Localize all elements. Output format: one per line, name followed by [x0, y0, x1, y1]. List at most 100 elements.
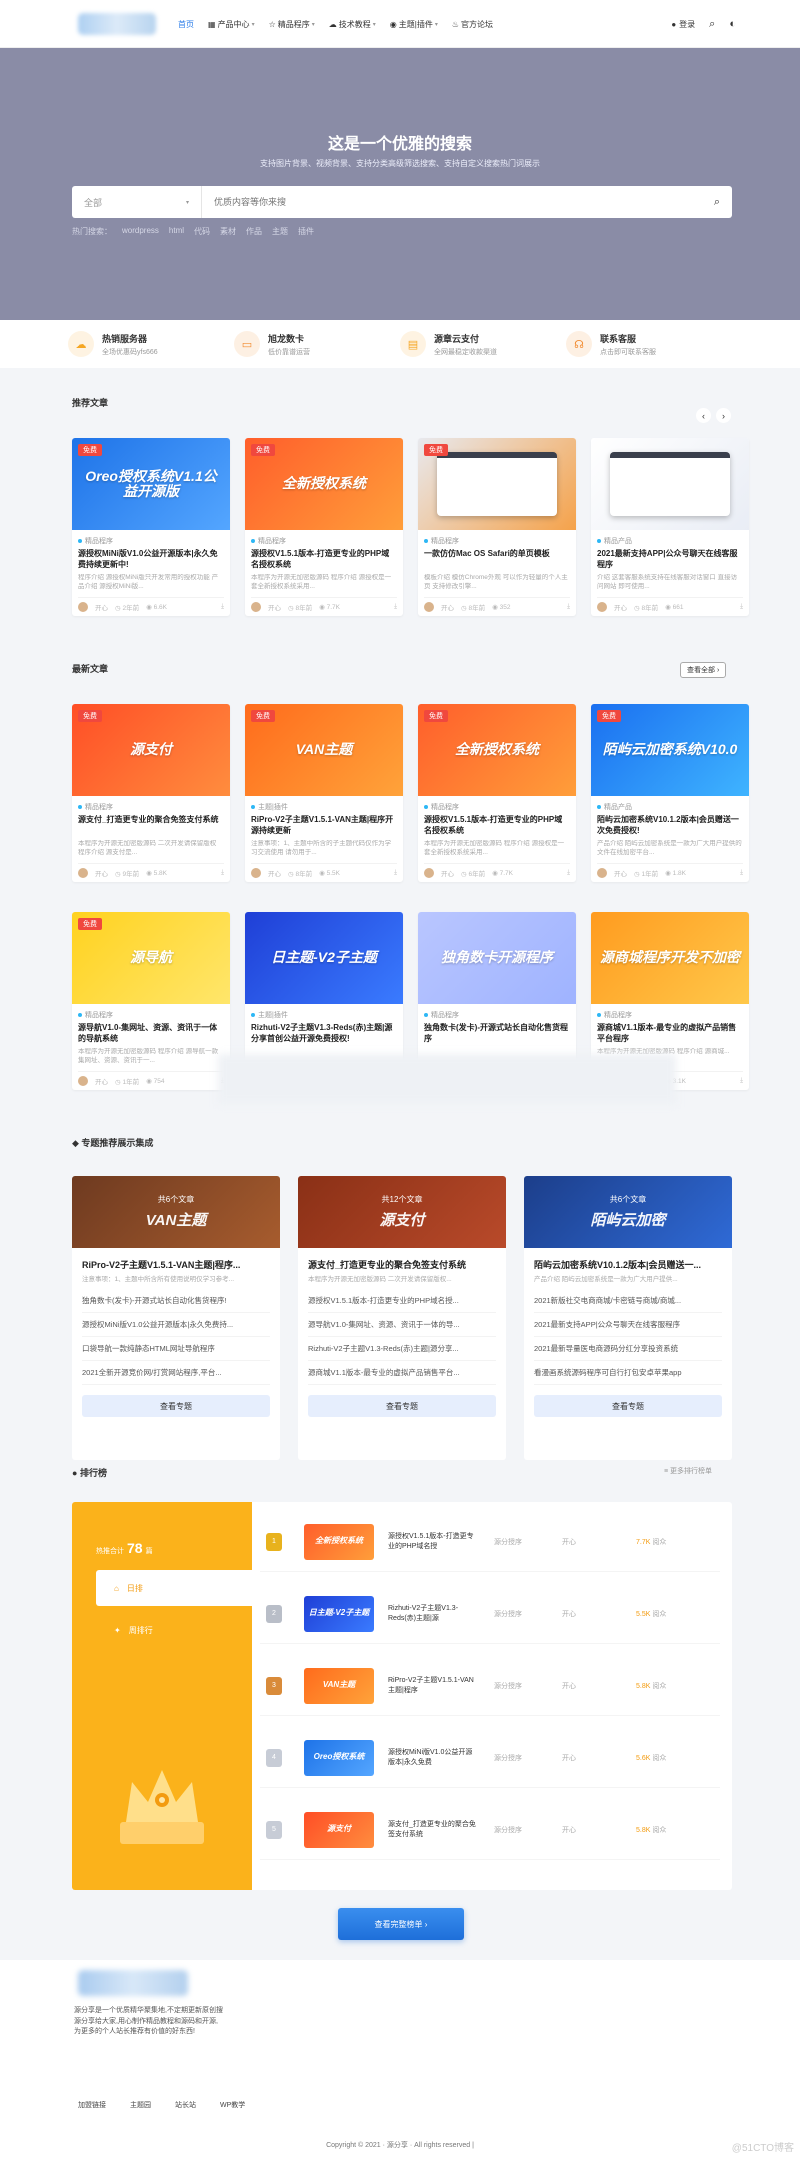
article-thumbnail[interactable]: 陌屿云加密系统V10.0 免费: [591, 704, 749, 796]
article-category[interactable]: 精品程序: [597, 1010, 743, 1020]
download-icon[interactable]: ⤓: [221, 869, 224, 877]
article-category[interactable]: 精品程序: [78, 536, 224, 546]
article-title[interactable]: 源授权V1.5.1版本-打造更专业的PHP域名授权系统: [424, 815, 570, 837]
article-card[interactable]: 源导航 免费 精品程序 源导航V1.0-集网址、资源、资讯于一体的导航系统 本程序为开源…: [72, 912, 230, 1090]
nav-item-forum[interactable]: ♨ 官方论坛: [452, 19, 493, 30]
carousel-next-button[interactable]: ›: [716, 408, 731, 423]
hot-word[interactable]: wordpress: [122, 226, 159, 237]
ranking-title[interactable]: 源支付_打造更专业的聚合免签支付系统: [388, 1820, 476, 1839]
nav-item-themes[interactable]: ◉ 主题|插件 ▾: [390, 19, 438, 30]
article-title[interactable]: 独角数卡(发卡)-开源式站长自动化售货程序: [424, 1023, 570, 1045]
view-topic-button[interactable]: 查看专题: [82, 1395, 270, 1417]
topic-article-link[interactable]: 源商城V1.1版本-最专业的虚拟产品销售平台...: [308, 1361, 496, 1385]
download-icon[interactable]: ⤓: [394, 603, 397, 611]
footer-link[interactable]: 主题园: [130, 2100, 151, 2110]
view-topic-button[interactable]: 查看专题: [308, 1395, 496, 1417]
article-thumbnail[interactable]: 源支付 免费: [72, 704, 230, 796]
topic-article-link[interactable]: 2021全新开源竞价网/打赏网站程序,平台...: [82, 1361, 270, 1385]
more-rankings-link[interactable]: ≡ 更多排行榜单: [664, 1466, 712, 1476]
nav-item-products[interactable]: ▦ 产品中心 ▾: [208, 19, 255, 30]
search-submit-icon[interactable]: ⌕: [702, 186, 732, 218]
article-title[interactable]: RiPro-V2子主题V1.5.1-VAN主题|程序开源持续更新: [251, 815, 397, 837]
topic-banner[interactable]: 共6个文章 VAN主题: [72, 1176, 280, 1248]
theme-toggle-icon[interactable]: ◐: [729, 18, 736, 30]
article-card[interactable]: 源支付 免费 精品程序 源支付_打造更专业的聚合免签支付系统 本程序为开源无加密版源码 …: [72, 704, 230, 882]
view-full-ranking-button[interactable]: 查看完整榜单 ›: [338, 1908, 464, 1940]
login-link[interactable]: ● 登录: [671, 19, 695, 30]
topic-article-link[interactable]: 源授权MiNi版V1.0公益开源版本|永久免费持...: [82, 1313, 270, 1337]
article-card[interactable]: 全新授权系统 免费 精品程序 源授权V1.5.1版本-打造更专业的PHP域名授权系统本…: [418, 704, 576, 882]
download-icon[interactable]: ⤓: [394, 869, 397, 877]
topic-article-link[interactable]: 独角数卡(发卡)-开源式站长自动化售货程序!: [82, 1289, 270, 1313]
download-icon[interactable]: ⤓: [567, 603, 570, 611]
ranking-thumbnail[interactable]: 源支付: [304, 1811, 374, 1848]
article-thumbnail[interactable]: 日主题-V2子主题: [245, 912, 403, 1004]
ranking-row[interactable]: 5 源支付 源支付_打造更专业的聚合免签支付系统 源分授序 开心 5.8K 阅众: [260, 1800, 720, 1860]
topic-article-link[interactable]: 源导航V1.0-集网址、资源、资讯于一体的导...: [308, 1313, 496, 1337]
download-icon[interactable]: ⤓: [567, 869, 570, 877]
hot-word[interactable]: 素材: [220, 226, 236, 237]
article-title[interactable]: Rizhuti-V2子主题V1.3-Reds(赤)主题|源分享首创公益开源免费授…: [251, 1023, 397, 1045]
article-card[interactable]: 精品产品 2021最新支持APP|公众号聊天在线客服程序 介绍 这套客服系统支持在线…: [591, 438, 749, 616]
footer-link[interactable]: WP教学: [220, 2100, 245, 2110]
ranking-thumbnail[interactable]: Oreo授权系统: [304, 1739, 374, 1776]
download-icon[interactable]: ⤓: [221, 603, 224, 611]
article-thumbnail[interactable]: 全新授权系统 免费: [245, 438, 403, 530]
topic-banner[interactable]: 共6个文章 陌屿云加密: [524, 1176, 732, 1248]
hot-word[interactable]: 主题: [272, 226, 288, 237]
download-icon[interactable]: ⤓: [740, 603, 743, 611]
feature-item[interactable]: ☊ 联系客服 点击即可联系客服: [566, 320, 732, 368]
download-icon[interactable]: ⤓: [740, 869, 743, 877]
feature-item[interactable]: ▭ 旭龙数卡 低价靠谱运营: [234, 320, 400, 368]
article-thumbnail[interactable]: 独角数卡开源程序: [418, 912, 576, 1004]
article-title[interactable]: 源授权MiNi版V1.0公益开源版本|永久免费持续更新中!: [78, 549, 224, 571]
article-category[interactable]: 精品程序: [424, 536, 570, 546]
topic-article-link[interactable]: Rizhuti-V2子主题V1.3-Reds(赤)主题|源分享...: [308, 1337, 496, 1361]
ranking-thumbnail[interactable]: 日主题-V2子主题: [304, 1595, 374, 1632]
ranking-row[interactable]: 2 日主题-V2子主题 Rizhuti-V2子主题V1.3-Reds(赤)主题|源 源…: [260, 1584, 720, 1644]
article-card[interactable]: VAN主题 免费 主题|插件 RiPro-V2子主题V1.5.1-VAN主题|程序开源…: [245, 704, 403, 882]
nav-item-tutorials[interactable]: ☁ 技术教程 ▾: [329, 19, 376, 30]
article-category[interactable]: 精品程序: [424, 802, 570, 812]
ranking-title[interactable]: 源授权MiNi版V1.0公益开源版本|永久免费: [388, 1748, 476, 1767]
topic-name[interactable]: 陌屿云加密系统V10.1.2版本|会员赠送一...: [524, 1248, 732, 1273]
article-title[interactable]: 源授权V1.5.1版本-打造更专业的PHP域名授权系统: [251, 549, 397, 571]
nav-item-home[interactable]: 首页: [178, 19, 194, 30]
article-thumbnail[interactable]: [591, 438, 749, 530]
topic-article-link[interactable]: 2021最新支持APP|公众号聊天在线客服程序: [534, 1313, 722, 1337]
article-title[interactable]: 2021最新支持APP|公众号聊天在线客服程序: [597, 549, 743, 571]
ranking-thumbnail[interactable]: VAN主题: [304, 1667, 374, 1704]
ranking-title[interactable]: Rizhuti-V2子主题V1.3-Reds(赤)主题|源: [388, 1604, 476, 1623]
topic-article-link[interactable]: 看漫画系统源码程序可自行打包安卓苹果app: [534, 1361, 722, 1385]
article-thumbnail[interactable]: 全新授权系统 免费: [418, 704, 576, 796]
hot-word[interactable]: 插件: [298, 226, 314, 237]
topic-name[interactable]: 源支付_打造更专业的聚合免签支付系统: [298, 1248, 506, 1273]
article-thumbnail[interactable]: Oreo授权系统V1.1公益开源版 免费: [72, 438, 230, 530]
article-title[interactable]: 源导航V1.0-集网址、资源、资讯于一体的导航系统: [78, 1023, 224, 1045]
article-category[interactable]: 精品程序: [424, 1010, 570, 1020]
article-thumbnail[interactable]: 免费: [418, 438, 576, 530]
article-category[interactable]: 精品产品: [597, 536, 743, 546]
nav-item-programs[interactable]: ☆ 精品程序 ▾: [269, 19, 315, 30]
article-category[interactable]: 精品产品: [597, 802, 743, 812]
carousel-prev-button[interactable]: ‹: [696, 408, 711, 423]
article-category[interactable]: 精品程序: [78, 1010, 224, 1020]
ranking-row[interactable]: 4 Oreo授权系统 源授权MiNi版V1.0公益开源版本|永久免费 源分授序 开心 5.…: [260, 1728, 720, 1788]
topic-name[interactable]: RiPro-V2子主题V1.5.1-VAN主题|程序...: [72, 1248, 280, 1273]
download-icon[interactable]: ⤓: [740, 1077, 743, 1085]
site-logo[interactable]: [78, 13, 156, 35]
ranking-title[interactable]: 源授权V1.5.1版本-打造更专业的PHP域名授: [388, 1532, 476, 1551]
topic-article-link[interactable]: 口袋导航一款纯静态HTML网址导航程序: [82, 1337, 270, 1361]
article-title[interactable]: 陌屿云加密系统V10.1.2版本|会员赠送一次免费授权!: [597, 815, 743, 837]
hot-word[interactable]: 作品: [246, 226, 262, 237]
article-title[interactable]: 源商城V1.1版本-最专业的虚拟产品销售平台程序: [597, 1023, 743, 1045]
hot-word[interactable]: 代码: [194, 226, 210, 237]
article-title[interactable]: 一款仿仿Mac OS Safari的单页模板: [424, 549, 570, 571]
article-category[interactable]: 主题|插件: [251, 1010, 397, 1020]
topic-article-link[interactable]: 2021最新导量医电商源码分红分享投资系统: [534, 1337, 722, 1361]
article-thumbnail[interactable]: VAN主题 免费: [245, 704, 403, 796]
search-input[interactable]: [202, 186, 702, 218]
hot-word[interactable]: html: [169, 226, 184, 237]
ranking-tab-daily[interactable]: ⌂ 日排: [96, 1570, 252, 1606]
feature-item[interactable]: ☁ 热销服务器 全场优惠码yfs666: [68, 320, 234, 368]
